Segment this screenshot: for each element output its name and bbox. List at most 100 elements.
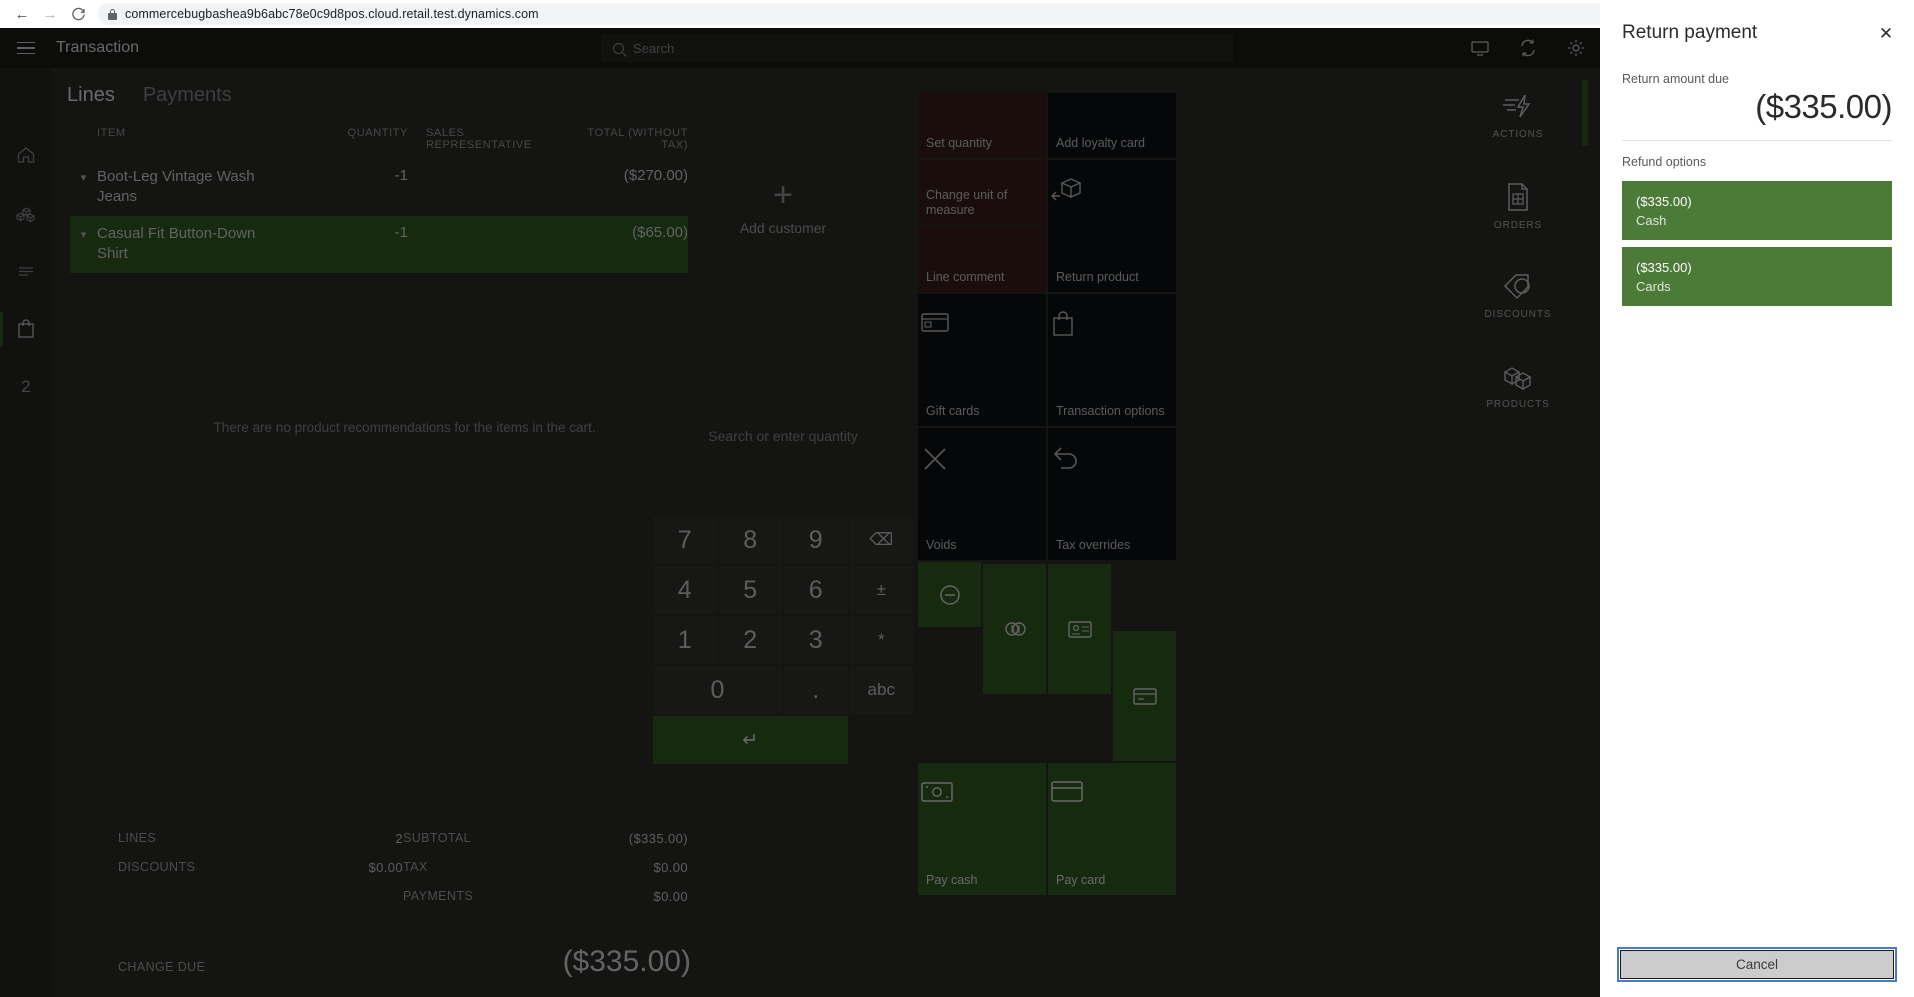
numpad-key-7[interactable]: 7: [653, 516, 717, 564]
numpad-key-3[interactable]: 3: [784, 616, 848, 664]
action-tile-grid: Set quantity Add loyalty card Change uni…: [918, 93, 1176, 895]
tile-set-quantity[interactable]: Set quantity: [918, 93, 1046, 158]
tile-label: Tax overrides: [1056, 538, 1131, 553]
address-bar[interactable]: commercebugbashea9b6abc78e0c9d8pos.cloud…: [98, 3, 1691, 25]
tile-id-card[interactable]: [1048, 564, 1111, 694]
tile-tax-overrides[interactable]: Tax overrides: [1048, 428, 1176, 560]
cart-count-value: 2: [21, 377, 31, 396]
back-arrow-icon[interactable]: ←: [8, 2, 36, 26]
divider: [1622, 140, 1892, 141]
line-item-name: Boot-Leg Vintage Wash Jeans: [97, 168, 255, 205]
tile-minus-circle[interactable]: [918, 562, 981, 627]
rail-item-discounts[interactable]: DISCOUNTS: [1436, 248, 1600, 338]
search-input[interactable]: Search: [601, 34, 1233, 62]
backspace-icon[interactable]: ⌫: [849, 516, 913, 564]
display-icon[interactable]: [1456, 28, 1504, 68]
reload-icon[interactable]: [64, 2, 92, 26]
tile-label: Change unit of measure: [926, 187, 1008, 218]
numpad-key-6[interactable]: 6: [784, 566, 848, 614]
credit-card-icon: [1048, 777, 1176, 805]
numpad-key-1[interactable]: 1: [653, 616, 717, 664]
add-customer-button[interactable]: + Add customer: [653, 178, 913, 236]
lines-table-header: ITEM QUANTITY SALES REPRESENTATIVE TOTAL…: [70, 127, 688, 159]
total-discounts-row: DISCOUNTS $0.00: [118, 853, 403, 882]
refund-options-list: ($335.00) Cash ($335.00) Cards: [1622, 181, 1892, 306]
gift-card-icon: [918, 308, 1046, 336]
gear-icon[interactable]: [1552, 28, 1600, 68]
total-discounts-value: $0.00: [368, 860, 403, 875]
tile-pay-cash[interactable]: Pay cash: [918, 763, 1046, 895]
rail-item-orders[interactable]: ORDERS: [1436, 158, 1600, 248]
plus-icon: +: [773, 176, 793, 214]
sidebar-item-home[interactable]: [0, 126, 52, 184]
numpad-key-2[interactable]: 2: [718, 616, 782, 664]
refund-option-cards[interactable]: ($335.00) Cards: [1622, 247, 1892, 306]
tab-lines[interactable]: Lines: [67, 84, 115, 113]
numpad-key-abc[interactable]: abc: [849, 666, 913, 714]
tile-label: Voids: [926, 538, 957, 553]
right-navigation-rail: ACTIONS ORDERS DISCOUNTS PRODUCTS: [1436, 68, 1600, 997]
cancel-button[interactable]: Cancel: [1617, 947, 1897, 982]
numpad-key-decimal[interactable]: .: [784, 666, 848, 714]
tile-change-unit-of-measure[interactable]: Change unit of measure: [918, 160, 1046, 225]
tile-label: Add loyalty card: [1056, 136, 1145, 151]
orders-document-icon: [1508, 183, 1528, 211]
tile-return-product[interactable]: Return product: [1048, 160, 1176, 292]
line-item-quantity: -1: [394, 167, 408, 184]
enter-icon[interactable]: ↵: [653, 716, 848, 764]
tile-card-swipe[interactable]: [1113, 631, 1176, 761]
close-icon[interactable]: ✕: [1874, 22, 1898, 46]
discount-tag-icon: [1503, 274, 1530, 300]
numpad-key-8[interactable]: 8: [718, 516, 782, 564]
tile-pay-card[interactable]: Pay card: [1048, 763, 1176, 895]
table-row[interactable]: ▾ Casual Fit Button-Down Shirt -1 ($65.0…: [70, 216, 688, 273]
numpad-key-multiply[interactable]: *: [849, 616, 913, 664]
rail-item-products[interactable]: PRODUCTS: [1436, 338, 1600, 428]
tile-coins[interactable]: [983, 564, 1046, 694]
numpad-key-9[interactable]: 9: [784, 516, 848, 564]
total-lines-label: LINES: [118, 831, 157, 845]
total-tax-label: TAX: [403, 860, 428, 874]
tile-label: Return product: [1056, 270, 1139, 285]
total-payments-row: PAYMENTS $0.00: [403, 882, 688, 911]
totals-left-column: LINES 2 DISCOUNTS $0.00: [118, 824, 403, 911]
forward-arrow-icon[interactable]: →: [36, 2, 64, 26]
numpad-key-0[interactable]: 0: [653, 666, 782, 714]
card-swipe-icon: [1131, 684, 1159, 708]
tile-voids[interactable]: Voids: [918, 428, 1046, 560]
hamburger-menu-icon[interactable]: [0, 28, 52, 68]
tile-gift-cards[interactable]: Gift cards: [918, 294, 1046, 426]
tile-line-comment[interactable]: Line comment: [918, 227, 1046, 292]
sidebar-item-lines[interactable]: [0, 242, 52, 300]
app-header: Transaction Search: [0, 28, 1600, 68]
totals-right-column: SUBTOTAL ($335.00) TAX $0.00 PAYMENTS $0…: [403, 824, 688, 911]
flyout-header: Return payment ✕: [1600, 0, 1914, 46]
refund-option-cash[interactable]: ($335.00) Cash: [1622, 181, 1892, 240]
tile-label: Pay card: [1056, 873, 1106, 888]
header-actions: [1456, 28, 1600, 68]
rail-item-actions[interactable]: ACTIONS: [1436, 68, 1600, 158]
tile-label: Gift cards: [926, 404, 980, 419]
list-lines-icon: [19, 267, 33, 276]
no-recommendations-message: There are no product recommendations for…: [213, 420, 596, 435]
tab-payments[interactable]: Payments: [143, 84, 232, 113]
sidebar-item-products[interactable]: [0, 184, 52, 242]
tile-label: Set quantity: [926, 136, 993, 151]
total-tax-row: TAX $0.00: [403, 853, 688, 882]
tile-transaction-options[interactable]: Transaction options: [1048, 294, 1176, 426]
sidebar-item-cart[interactable]: [0, 300, 52, 358]
numpad-key-sign[interactable]: ±: [849, 566, 913, 614]
refund-amount: ($335.00): [1636, 259, 1692, 275]
close-x-icon: [918, 442, 1046, 476]
return-amount-label: Return amount due: [1622, 72, 1730, 86]
numpad-key-4[interactable]: 4: [653, 566, 717, 614]
total-payments-label: PAYMENTS: [403, 889, 474, 903]
column-header-quantity: QUANTITY: [347, 127, 408, 139]
chevron-down-icon[interactable]: ▾: [70, 167, 97, 184]
change-due-label: CHANGE DUE: [118, 960, 206, 974]
sync-icon[interactable]: [1504, 28, 1552, 68]
tile-add-loyalty-card[interactable]: Add loyalty card: [1048, 93, 1176, 158]
chevron-down-icon[interactable]: ▾: [70, 224, 97, 241]
table-row[interactable]: ▾ Boot-Leg Vintage Wash Jeans -1 ($270.0…: [70, 159, 688, 216]
numpad-key-5[interactable]: 5: [718, 566, 782, 614]
